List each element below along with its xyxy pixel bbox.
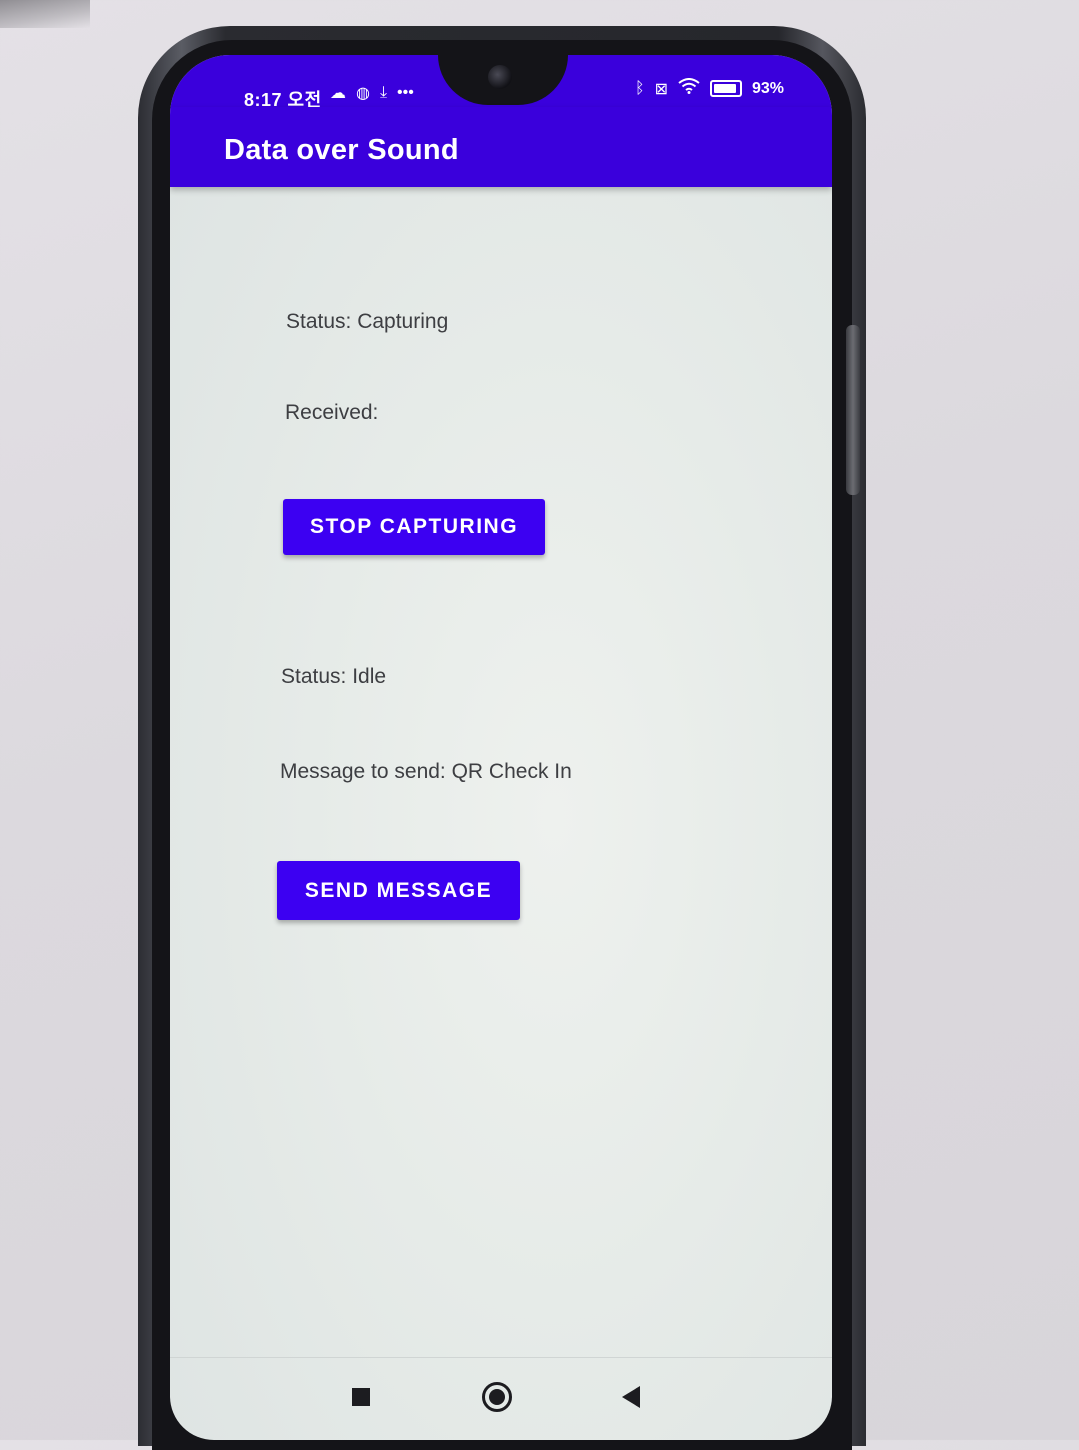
receive-status: Status: Capturing [286, 310, 449, 333]
status-bar: 8:17 오전 ☁ ◍ ⤓ ••• ᛒ ⊠ 93% [170, 55, 832, 110]
wifi-icon [678, 78, 700, 99]
send-status: Status: Idle [281, 665, 387, 688]
recents-icon[interactable] [352, 1388, 370, 1406]
send-message-button[interactable]: Send Message [277, 861, 520, 920]
status-icons-right: ᛒ ⊠ 93% [635, 78, 784, 99]
battery-fill [713, 84, 737, 93]
back-icon[interactable] [622, 1386, 640, 1408]
phone-screen: 8:17 오전 ☁ ◍ ⤓ ••• ᛒ ⊠ 93% Data over Soun… [170, 55, 832, 1440]
navigation-bar [170, 1357, 832, 1440]
app-bar: Data over Sound [170, 107, 832, 187]
home-icon[interactable] [482, 1382, 512, 1412]
received-label: Received: [285, 401, 379, 424]
download-icon: ⤓ [379, 84, 388, 101]
battery-percent: 93% [751, 79, 784, 97]
front-camera [488, 65, 512, 89]
battery-icon [709, 80, 742, 97]
no-sim-icon: ⊠ [654, 80, 668, 98]
stop-capturing-button[interactable]: Stop Capturing [283, 499, 545, 555]
status-icons-left: ☁ ◍ ⤓ ••• [330, 83, 414, 103]
more-dots-icon: ••• [397, 84, 414, 101]
app-title: Data over Sound [224, 134, 459, 166]
globe-icon: ◍ [356, 85, 370, 102]
desk-edge [0, 0, 90, 28]
bluetooth-icon: ᛒ [634, 79, 645, 97]
message-to-send: Message to send: QR Check In [280, 760, 572, 783]
cloud-icon: ☁ [330, 85, 346, 102]
side-button [846, 325, 860, 495]
